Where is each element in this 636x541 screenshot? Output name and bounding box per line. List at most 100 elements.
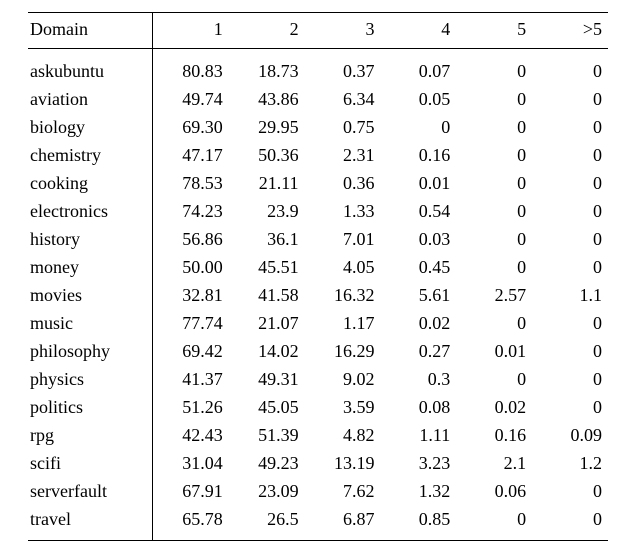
cell-value: 0: [532, 394, 608, 422]
table-row: scifi31.0449.2313.193.232.11.2: [28, 450, 608, 478]
cell-value: 0: [456, 114, 532, 142]
data-table: Domain 1 2 3 4 5 >5 askubuntu80.8318.730…: [28, 12, 608, 541]
cell-domain: history: [28, 226, 153, 254]
cell-value: 36.1: [229, 226, 305, 254]
cell-value: 0: [380, 114, 456, 142]
cell-domain: serverfault: [28, 478, 153, 506]
cell-value: 0.03: [380, 226, 456, 254]
cell-value: 51.26: [153, 394, 229, 422]
cell-value: 0.02: [380, 310, 456, 338]
cell-value: 50.36: [229, 142, 305, 170]
cell-value: 6.87: [305, 506, 381, 541]
cell-value: 9.02: [305, 366, 381, 394]
cell-value: 0: [532, 114, 608, 142]
cell-value: 45.51: [229, 254, 305, 282]
cell-domain: chemistry: [28, 142, 153, 170]
cell-value: 47.17: [153, 142, 229, 170]
cell-value: 0.16: [380, 142, 456, 170]
cell-value: 49.31: [229, 366, 305, 394]
cell-value: 42.43: [153, 422, 229, 450]
cell-domain: aviation: [28, 86, 153, 114]
cell-domain: politics: [28, 394, 153, 422]
cell-value: 0: [532, 310, 608, 338]
cell-value: 0: [532, 478, 608, 506]
cell-domain: electronics: [28, 198, 153, 226]
cell-value: 0: [532, 254, 608, 282]
cell-value: 0.07: [380, 49, 456, 86]
cell-value: 0: [532, 142, 608, 170]
col-header-1: 1: [153, 13, 229, 49]
table-row: music77.7421.071.170.0200: [28, 310, 608, 338]
cell-value: 18.73: [229, 49, 305, 86]
cell-value: 31.04: [153, 450, 229, 478]
cell-value: 0.16: [456, 422, 532, 450]
table-row: politics51.2645.053.590.080.020: [28, 394, 608, 422]
cell-value: 41.58: [229, 282, 305, 310]
cell-value: 1.1: [532, 282, 608, 310]
cell-value: 0.09: [532, 422, 608, 450]
cell-value: 1.2: [532, 450, 608, 478]
cell-value: 21.07: [229, 310, 305, 338]
col-header-4: 4: [380, 13, 456, 49]
cell-value: 3.59: [305, 394, 381, 422]
table-row: serverfault67.9123.097.621.320.060: [28, 478, 608, 506]
cell-value: 2.31: [305, 142, 381, 170]
col-header-2: 2: [229, 13, 305, 49]
table-row: rpg42.4351.394.821.110.160.09: [28, 422, 608, 450]
cell-value: 23.09: [229, 478, 305, 506]
cell-value: 0: [532, 366, 608, 394]
cell-value: 0: [456, 198, 532, 226]
cell-value: 0.05: [380, 86, 456, 114]
table-row: physics41.3749.319.020.300: [28, 366, 608, 394]
cell-value: 0: [456, 254, 532, 282]
cell-value: 4.05: [305, 254, 381, 282]
cell-value: 43.86: [229, 86, 305, 114]
col-header-domain: Domain: [28, 13, 153, 49]
table-row: askubuntu80.8318.730.370.0700: [28, 49, 608, 86]
cell-value: 49.23: [229, 450, 305, 478]
cell-value: 0.02: [456, 394, 532, 422]
cell-value: 3.23: [380, 450, 456, 478]
cell-value: 7.01: [305, 226, 381, 254]
cell-value: 0: [456, 366, 532, 394]
cell-value: 80.83: [153, 49, 229, 86]
table-row: history56.8636.17.010.0300: [28, 226, 608, 254]
col-header-5: 5: [456, 13, 532, 49]
col-header-gt5: >5: [532, 13, 608, 49]
cell-value: 49.74: [153, 86, 229, 114]
cell-value: 1.32: [380, 478, 456, 506]
cell-value: 0.06: [456, 478, 532, 506]
cell-value: 0: [456, 310, 532, 338]
cell-value: 32.81: [153, 282, 229, 310]
cell-value: 0.01: [380, 170, 456, 198]
col-header-3: 3: [305, 13, 381, 49]
cell-value: 51.39: [229, 422, 305, 450]
table-row: chemistry47.1750.362.310.1600: [28, 142, 608, 170]
table-row: philosophy69.4214.0216.290.270.010: [28, 338, 608, 366]
cell-value: 16.29: [305, 338, 381, 366]
cell-value: 0: [532, 198, 608, 226]
cell-domain: movies: [28, 282, 153, 310]
table-body: askubuntu80.8318.730.370.0700aviation49.…: [28, 49, 608, 541]
cell-value: 67.91: [153, 478, 229, 506]
cell-value: 4.82: [305, 422, 381, 450]
cell-value: 13.19: [305, 450, 381, 478]
cell-domain: askubuntu: [28, 49, 153, 86]
cell-value: 2.1: [456, 450, 532, 478]
cell-value: 74.23: [153, 198, 229, 226]
cell-value: 0: [456, 86, 532, 114]
cell-value: 0.3: [380, 366, 456, 394]
cell-domain: physics: [28, 366, 153, 394]
cell-value: 0.75: [305, 114, 381, 142]
cell-value: 0.85: [380, 506, 456, 541]
cell-domain: scifi: [28, 450, 153, 478]
cell-domain: philosophy: [28, 338, 153, 366]
cell-value: 0.36: [305, 170, 381, 198]
cell-value: 0: [456, 170, 532, 198]
cell-value: 14.02: [229, 338, 305, 366]
cell-value: 1.17: [305, 310, 381, 338]
cell-domain: rpg: [28, 422, 153, 450]
cell-value: 2.57: [456, 282, 532, 310]
table-row: movies32.8141.5816.325.612.571.1: [28, 282, 608, 310]
cell-value: 0: [532, 49, 608, 86]
